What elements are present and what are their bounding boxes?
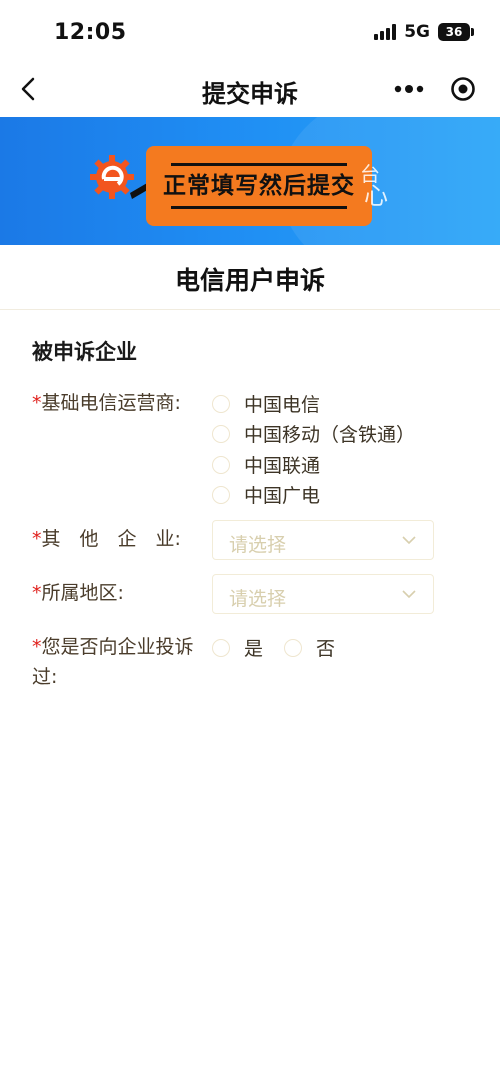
radio-option-china-telecom[interactable]: 中国电信 <box>212 390 320 417</box>
radio-circle[interactable] <box>212 455 230 474</box>
radio-option-yes[interactable]: 是 <box>212 634 263 661</box>
radio-label: 中国联通 <box>244 455 321 477</box>
complained-label-line1: 您是否向企业投诉 <box>41 636 194 658</box>
radio-option-no[interactable]: 否 <box>284 634 335 661</box>
complained-before-label: *您是否向企业投诉 过: <box>32 632 194 692</box>
banner-label: 正常填写然后提交 <box>146 146 372 226</box>
status-indicators: 5G 36 <box>374 22 474 42</box>
battery-icon: 36 <box>438 23 474 41</box>
required-mark: * <box>32 582 42 604</box>
banner-ghost-text-2: 心 <box>364 182 388 210</box>
more-icon[interactable] <box>392 82 426 96</box>
radio-circle[interactable] <box>212 424 230 443</box>
other-enterprise-label: *其 他 企 业: <box>32 524 181 551</box>
region-select[interactable]: 请选择 <box>212 574 434 614</box>
nav-bar: 提交申诉 <box>0 64 500 116</box>
chevron-down-icon <box>402 590 416 599</box>
battery-level: 36 <box>445 25 463 39</box>
other-enterprise-select[interactable]: 请选择 <box>212 520 434 560</box>
radio-circle[interactable] <box>212 638 230 657</box>
banner-text: 正常填写然后提交 <box>163 173 355 199</box>
radio-label: 否 <box>316 638 336 660</box>
radio-label: 中国移动（含铁通） <box>244 424 416 446</box>
radio-circle[interactable] <box>212 485 230 504</box>
signal-icon <box>374 24 397 40</box>
page-title: 电信用户申诉 <box>174 266 325 295</box>
radio-label: 是 <box>244 638 264 660</box>
chevron-down-icon <box>402 536 416 545</box>
required-mark: * <box>32 528 42 550</box>
radio-circle[interactable] <box>284 638 302 657</box>
region-label-text: 所属地区: <box>41 582 124 604</box>
required-mark: * <box>32 392 42 414</box>
banner-line-bottom <box>171 206 347 209</box>
page-header: 电信用户申诉 <box>0 245 500 310</box>
radio-circle[interactable] <box>212 394 230 413</box>
status-bar: 12:05 5G 36 <box>0 0 500 64</box>
select-placeholder: 请选择 <box>229 534 287 556</box>
section-title: 被申诉企业 <box>32 340 137 364</box>
radio-label: 中国广电 <box>244 485 321 507</box>
carrier-label: *基础电信运营商: <box>32 388 181 415</box>
other-enterprise-label-text: 其 他 企 业: <box>41 528 181 550</box>
required-mark: * <box>32 636 42 658</box>
network-type: 5G <box>404 22 430 42</box>
radio-option-china-broadnet[interactable]: 中国广电 <box>212 481 320 508</box>
region-label: *所属地区: <box>32 578 124 605</box>
banner-line-top <box>171 163 347 166</box>
close-miniprogram-icon[interactable] <box>450 76 476 102</box>
radio-option-china-unicom[interactable]: 中国联通 <box>212 451 320 478</box>
radio-label: 中国电信 <box>244 394 321 416</box>
complained-label-line2: 过: <box>32 666 58 688</box>
carrier-label-text: 基础电信运营商: <box>41 392 181 414</box>
status-time: 12:05 <box>54 20 127 45</box>
radio-option-china-mobile[interactable]: 中国移动（含铁通） <box>212 420 415 447</box>
select-placeholder: 请选择 <box>229 588 287 610</box>
